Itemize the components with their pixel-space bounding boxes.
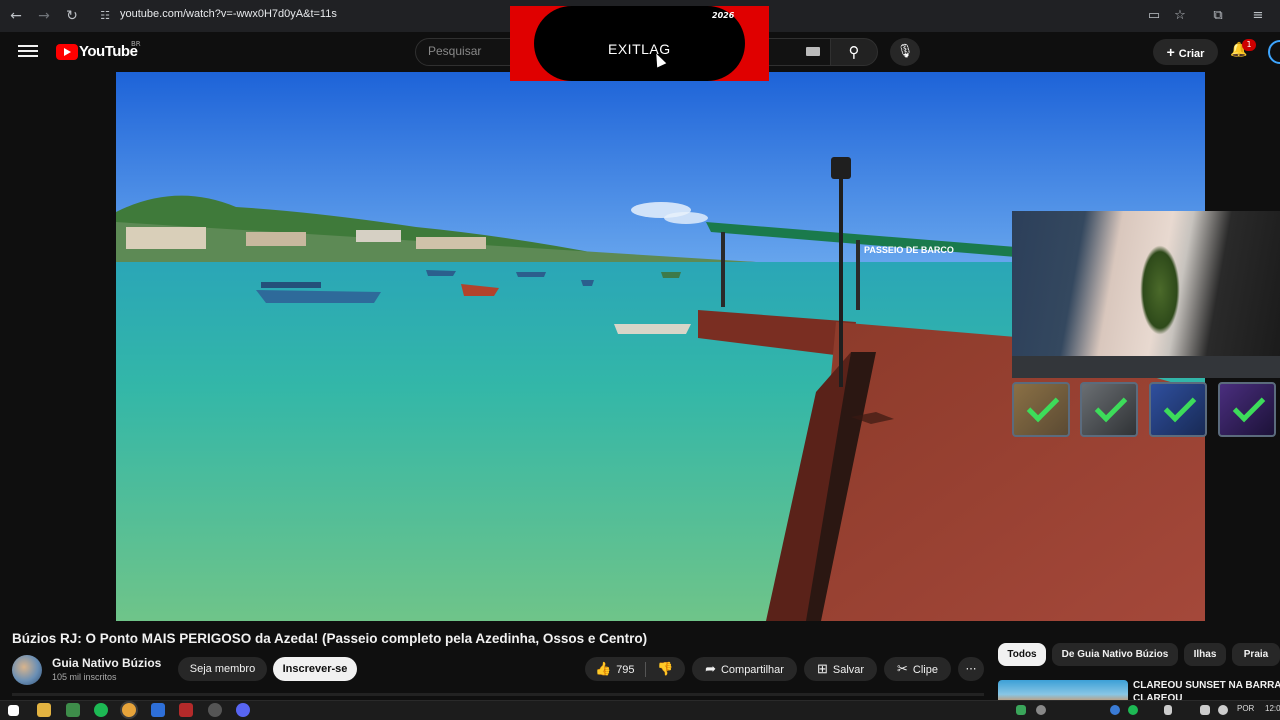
check-icon: [1232, 389, 1266, 423]
spotify-icon[interactable]: [94, 703, 108, 717]
plus-icon: +: [1166, 44, 1175, 60]
voice-search-button[interactable]: 🎙: [890, 38, 920, 66]
like-divider: [645, 662, 646, 677]
thumbs-down-icon[interactable]: 👎: [657, 657, 673, 681]
tray-icon-1[interactable]: [1016, 705, 1026, 715]
check-icon: [1163, 389, 1197, 423]
back-arrow-icon[interactable]: ←: [6, 6, 26, 26]
skin-slot-2: [1080, 382, 1138, 437]
share-button[interactable]: ➦ Compartilhar: [692, 657, 797, 681]
tray-volume-icon[interactable]: [1218, 705, 1228, 715]
check-icon: [1094, 389, 1128, 423]
youtube-logo-icon[interactable]: [56, 44, 78, 60]
app-icon-red[interactable]: [179, 703, 193, 717]
clock-time[interactable]: 12:0: [1265, 704, 1280, 713]
description-box-edge: [12, 693, 984, 696]
clip-label: Clipe: [912, 664, 938, 676]
bookmark-star-icon[interactable]: ☆: [1170, 6, 1190, 26]
subscribe-button[interactable]: Inscrever-se: [273, 657, 357, 681]
app-icon-gray[interactable]: [208, 703, 222, 717]
reload-icon[interactable]: ↻: [62, 6, 82, 26]
chip-todos[interactable]: Todos: [998, 643, 1046, 666]
youtube-logo-text[interactable]: YouTube: [79, 43, 138, 60]
cast-icon[interactable]: ▭: [1144, 6, 1164, 26]
exitlag-year-badge: 2026: [712, 11, 735, 20]
hamburger-menu-icon[interactable]: [18, 42, 38, 60]
webcam-frame-bar: [1012, 356, 1280, 378]
save-button[interactable]: ⊞ Salvar: [804, 657, 877, 681]
share-label: Compartilhar: [720, 664, 784, 676]
chip-de-guia-nativo[interactable]: De Guia Nativo Búzios: [1052, 643, 1178, 666]
sign-text: PASSEIO DE BARCO: [864, 245, 954, 255]
tray-network-icon[interactable]: [1200, 705, 1210, 715]
notification-badge: 1: [1242, 39, 1256, 51]
tray-icon-4[interactable]: [1128, 705, 1138, 715]
forward-arrow-icon[interactable]: →: [34, 6, 54, 26]
thumbs-up-icon[interactable]: 👍: [595, 661, 611, 676]
save-playlist-icon: ⊞: [816, 661, 828, 676]
skin-slot-3: [1149, 382, 1207, 437]
search-button[interactable]: ⚲: [830, 38, 878, 66]
reading-list-icon[interactable]: ≡: [1248, 6, 1268, 26]
join-button[interactable]: Seja membro: [178, 657, 267, 681]
create-label: Criar: [1178, 48, 1205, 60]
chip-praia[interactable]: Praia: [1232, 643, 1280, 666]
clip-button[interactable]: ✂ Clipe: [884, 657, 951, 681]
save-label: Salvar: [832, 664, 865, 676]
share-icon: ➦: [705, 661, 716, 676]
extensions-icon[interactable]: ⧉: [1208, 6, 1228, 26]
chrome-icon[interactable]: [122, 703, 136, 717]
channel-name[interactable]: Guia Nativo Búzios: [52, 656, 161, 670]
input-language[interactable]: POR: [1237, 704, 1254, 713]
skin-slot-1: [1012, 382, 1070, 437]
app-icon[interactable]: [66, 703, 80, 717]
video-title: Búzios RJ: O Ponto MAIS PERIGOSO da Azed…: [12, 631, 648, 646]
skin-slot-4: [1218, 382, 1276, 437]
more-actions-button[interactable]: ⋯: [958, 657, 984, 681]
windows-start-icon[interactable]: [8, 705, 19, 716]
country-code: BR: [131, 40, 141, 48]
discord-icon[interactable]: [236, 703, 250, 717]
create-button[interactable]: + Criar: [1153, 39, 1218, 65]
scissors-icon: ✂: [897, 661, 908, 676]
search-input[interactable]: Pesquisar: [428, 44, 481, 58]
file-explorer-icon[interactable]: [37, 703, 51, 717]
subscriber-count: 105 mil inscritos: [52, 672, 117, 682]
search-icon: ⚲: [848, 43, 860, 61]
microphone-icon: 🎙: [896, 44, 914, 59]
like-dislike-group: 👍 795 👎: [585, 657, 685, 681]
tray-mic-icon[interactable]: [1164, 705, 1172, 715]
more-dots-icon: ⋯: [965, 663, 977, 675]
tray-icon-3[interactable]: [1110, 705, 1120, 715]
webcam-plant: [1140, 245, 1180, 335]
check-icon: [1026, 389, 1060, 423]
app-icon-blue[interactable]: [151, 703, 165, 717]
site-info-icon[interactable]: ☷: [95, 6, 115, 26]
keyboard-icon[interactable]: [806, 47, 820, 56]
channel-avatar[interactable]: [12, 655, 42, 685]
address-bar[interactable]: youtube.com/watch?v=-wwx0H7d0yA&t=11s: [120, 8, 337, 20]
chip-ilhas[interactable]: Ilhas: [1184, 643, 1226, 666]
like-count[interactable]: 795: [616, 664, 634, 676]
tray-icon-2[interactable]: [1036, 705, 1046, 715]
